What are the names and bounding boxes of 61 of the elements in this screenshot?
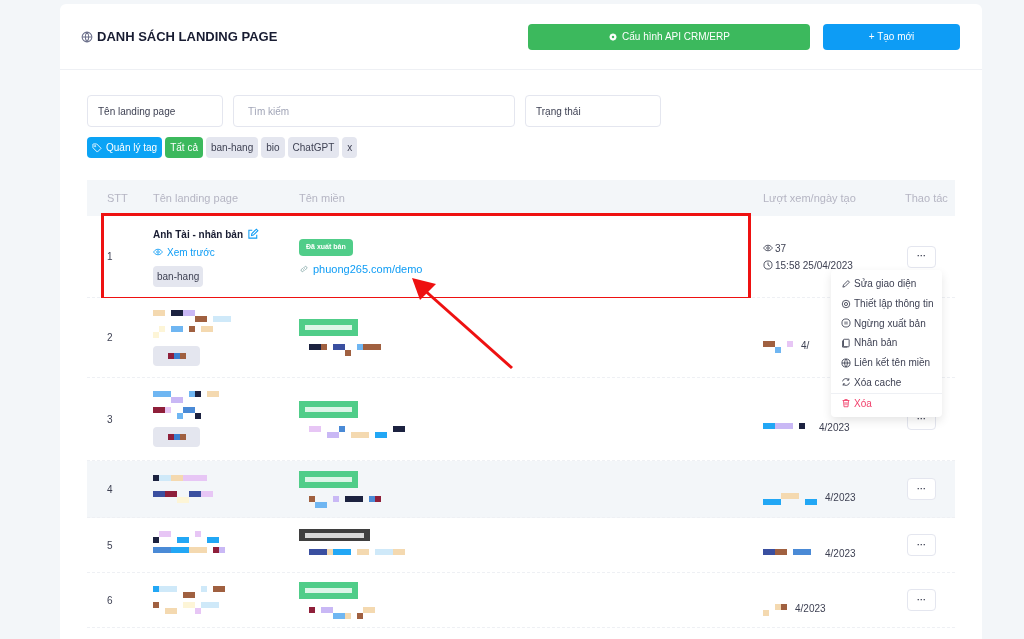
pixelated-views-drawing — [763, 603, 787, 616]
pixelated-views-drawing — [763, 492, 817, 505]
row-number: 6 — [106, 593, 114, 608]
copy-icon — [841, 337, 851, 348]
pixelated-views-drawing — [763, 341, 793, 353]
more-button[interactable]: ··· — [907, 534, 936, 556]
row-number: 1 — [106, 250, 114, 264]
trash-icon — [841, 398, 851, 409]
clock-icon — [763, 260, 773, 270]
view-count: 37 — [775, 241, 787, 256]
search-field[interactable]: Tìm kiếm — [233, 95, 515, 127]
eye-icon — [153, 247, 163, 257]
edit-icon — [247, 228, 259, 240]
settings-icon — [841, 298, 851, 309]
row-number: 3 — [106, 412, 114, 427]
tag-filter[interactable]: ban-hang — [205, 137, 259, 158]
column-header: Thao tác — [904, 190, 949, 206]
more-button[interactable]: ··· — [907, 245, 936, 268]
tag-icon — [92, 142, 102, 153]
row-number: 4 — [106, 482, 114, 497]
menu-item[interactable]: Liên kết tên miền — [831, 352, 942, 373]
pause-icon — [841, 318, 851, 329]
created-date: 4/2023 — [825, 490, 856, 505]
pixelated-link-drawing — [153, 491, 213, 503]
tag-filter[interactable]: ChatGPT — [287, 137, 340, 158]
more-button[interactable]: ··· — [907, 589, 936, 611]
gear-icon — [608, 31, 619, 42]
row-number: 2 — [106, 331, 114, 345]
select-field[interactable]: Tên landing page — [87, 95, 223, 127]
pixelated-link-drawing — [153, 325, 213, 338]
created-date: 15:58 25/04/2023 — [775, 258, 853, 273]
pixelated-domain-drawing — [309, 344, 381, 356]
page-name: Anh Tài - nhân bản — [153, 227, 243, 242]
row-number: 5 — [106, 538, 114, 553]
globe-icon — [841, 357, 851, 368]
pencil-icon — [841, 278, 851, 289]
tag-label: ban-hang — [153, 265, 204, 287]
menu-item[interactable]: Ngừng xuất bản — [831, 313, 942, 334]
created-date: 4/2023 — [819, 420, 850, 435]
pixelated-link-drawing — [153, 602, 219, 614]
globe-icon — [81, 30, 93, 43]
select-field[interactable]: Trạng thái — [525, 95, 661, 127]
refresh-icon — [841, 377, 851, 388]
created-date: 4/ — [801, 339, 810, 353]
pixelated-name-drawing — [153, 391, 219, 403]
column-header: Lượt xem/ngày tạo — [763, 190, 857, 206]
more-button[interactable]: ··· — [907, 478, 936, 500]
page-title: DANH SÁCH LANDING PAGE — [97, 27, 278, 46]
column-header: Tên miền — [299, 190, 346, 206]
tag-filter[interactable]: x — [342, 137, 358, 158]
menu-item[interactable]: Xóa cache — [831, 372, 942, 393]
menu-item[interactable]: Thiết lập thông tin — [831, 293, 942, 314]
created-date: 4/2023 — [825, 546, 856, 561]
column-header: Tên landing page — [153, 190, 239, 206]
tag-filter[interactable]: bio — [261, 137, 285, 158]
link-icon — [299, 263, 309, 274]
menu-item[interactable]: Sửa giao diện — [831, 274, 942, 294]
menu-item[interactable]: Nhân bản — [831, 333, 942, 353]
column-header: STT — [106, 190, 129, 206]
eye-icon — [763, 243, 773, 253]
created-date: 4/2023 — [795, 601, 826, 616]
